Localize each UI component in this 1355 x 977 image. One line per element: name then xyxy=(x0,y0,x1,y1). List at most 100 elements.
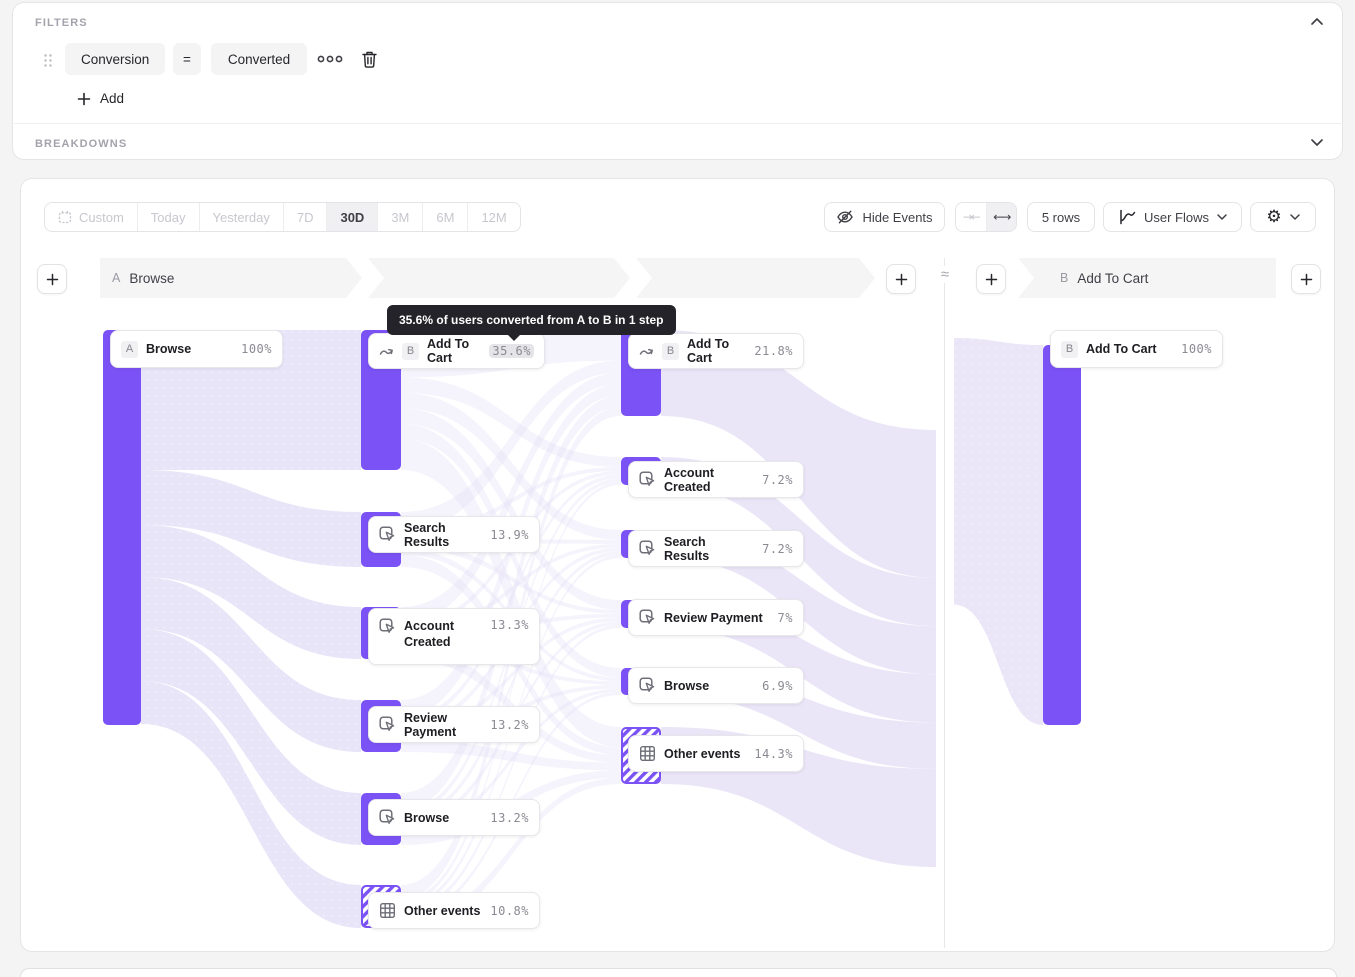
collapse-columns-button[interactable]: →← xyxy=(956,203,987,231)
filters-collapse-button[interactable] xyxy=(1310,17,1324,26)
node-value: 13.3% xyxy=(490,618,529,632)
flow-node-browse[interactable]: Browse 6.9% xyxy=(628,667,804,704)
node-label: Search Results xyxy=(404,521,482,549)
date-range-7d[interactable]: 7D xyxy=(284,203,328,231)
grid-icon xyxy=(639,745,656,762)
node-value: 7.2% xyxy=(762,473,793,487)
event-icon xyxy=(379,716,396,733)
date-range-custom[interactable]: Custom xyxy=(45,203,138,231)
flow-node-account-created[interactable]: Account Created 13.3% xyxy=(368,608,540,665)
node-label: Browse xyxy=(404,811,449,825)
flow-node-search-results[interactable]: Search Results 13.9% xyxy=(368,516,540,553)
node-value: 100% xyxy=(241,342,272,356)
step-label: Browse xyxy=(129,271,174,286)
step-label: Add To Cart xyxy=(1077,271,1148,286)
event-icon xyxy=(639,677,656,694)
chevron-down-icon xyxy=(1310,138,1324,147)
node-label: Add To Cart xyxy=(1086,342,1157,356)
step-badge: A xyxy=(112,271,120,285)
rows-button[interactable]: 5 rows xyxy=(1027,202,1095,232)
view-mode-dropdown[interactable]: User Flows xyxy=(1103,202,1242,232)
node-label: Browse xyxy=(664,679,709,693)
plus-icon xyxy=(1300,273,1313,286)
add-filter-label: Add xyxy=(100,91,124,106)
step-header-b[interactable]: B Add To Cart xyxy=(1018,258,1276,298)
node-value: 13.2% xyxy=(490,718,529,732)
flow-node-browse[interactable]: ABrowse100% xyxy=(110,330,283,368)
event-icon xyxy=(639,540,656,557)
breakdowns-expand-button[interactable] xyxy=(1310,138,1324,147)
filter-more-options-button[interactable] xyxy=(317,54,343,64)
date-range-3m[interactable]: 3M xyxy=(378,203,423,231)
filter-property-chip[interactable]: Conversion xyxy=(65,43,165,75)
filter-delete-button[interactable] xyxy=(361,50,378,69)
node-value: 35.6% xyxy=(489,344,534,358)
add-step-button[interactable] xyxy=(1291,264,1321,294)
trend-arrow-icon xyxy=(639,345,654,357)
node-label: Other events xyxy=(404,904,480,918)
step-header-segment[interactable] xyxy=(636,258,875,298)
node-value: 6.9% xyxy=(762,679,793,693)
expand-columns-button[interactable]: ←→ xyxy=(987,203,1017,231)
filters-section-title: FILTERS xyxy=(35,17,88,29)
node-label: Search Results xyxy=(664,535,754,563)
section-divider xyxy=(14,123,1341,124)
settings-dropdown[interactable]: ⚙ xyxy=(1250,202,1316,232)
node-label: Add To Cart xyxy=(427,337,481,365)
node-value: 21.8% xyxy=(754,344,793,358)
filter-value-chip[interactable]: Converted xyxy=(211,43,307,75)
event-icon xyxy=(379,526,396,543)
step-header-segment[interactable] xyxy=(368,258,630,298)
gear-icon: ⚙ xyxy=(1266,209,1281,226)
flow-node-account-created[interactable]: Account Created7.2% xyxy=(628,461,804,498)
add-step-button[interactable] xyxy=(37,264,67,294)
flow-node-add-to-cart[interactable]: BAdd To Cart21.8% xyxy=(628,333,804,369)
more-options-icon xyxy=(317,54,343,64)
add-step-button[interactable] xyxy=(886,264,916,294)
plus-icon xyxy=(46,273,59,286)
event-icon xyxy=(379,618,396,635)
drag-handle-icon xyxy=(43,53,53,68)
node-value: 13.2% xyxy=(490,811,529,825)
flow-node-add-to-cart[interactable]: BAdd To Cart100% xyxy=(1050,330,1223,368)
eye-off-icon xyxy=(836,208,854,226)
node-label: Review Payment xyxy=(664,611,763,625)
node-value: 7% xyxy=(778,611,793,625)
hide-events-button[interactable]: Hide Events xyxy=(824,202,945,232)
flow-node-review-payment[interactable]: Review Payment 13.2% xyxy=(368,706,540,743)
filter-operator-chip[interactable]: = xyxy=(173,43,201,75)
node-label: Account Created xyxy=(404,618,478,650)
node-badge: B xyxy=(1061,341,1078,358)
node-value: 10.8% xyxy=(490,904,529,918)
node-value: 13.9% xyxy=(490,528,529,542)
width-toggle-group: →← ←→ xyxy=(955,202,1017,232)
add-step-button[interactable] xyxy=(976,264,1006,294)
filter-drag-handle[interactable] xyxy=(43,53,53,68)
flow-node-review-payment[interactable]: Review Payment 7% xyxy=(628,599,804,636)
flow-node-other-events[interactable]: Other events14.3% xyxy=(628,735,804,772)
grid-icon xyxy=(379,902,396,919)
flow-node-other-events[interactable]: Other events 10.8% xyxy=(368,892,540,929)
date-range-12m[interactable]: 12M xyxy=(468,203,519,231)
add-filter-button[interactable]: Add xyxy=(77,91,124,106)
date-range-6m[interactable]: 6M xyxy=(423,203,468,231)
flow-node-browse[interactable]: Browse 13.2% xyxy=(368,799,540,836)
node-label: Review Payment xyxy=(404,711,482,739)
plus-icon xyxy=(895,273,908,286)
node-label: Add To Cart xyxy=(687,337,746,365)
event-icon xyxy=(379,809,396,826)
flow-node-search-results[interactable]: Search Results7.2% xyxy=(628,530,804,567)
date-range-today[interactable]: Today xyxy=(138,203,200,231)
view-mode-label: User Flows xyxy=(1144,210,1209,225)
conversion-tooltip: 35.6% of users converted from A to B in … xyxy=(387,305,676,335)
hide-events-label: Hide Events xyxy=(862,210,932,225)
date-range-30d[interactable]: 30D xyxy=(327,203,378,231)
step-header-a[interactable]: A Browse xyxy=(100,258,362,298)
trash-icon xyxy=(361,50,378,69)
date-range-yesterday[interactable]: Yesterday xyxy=(200,203,284,231)
step-badge: B xyxy=(1060,271,1068,285)
breakdowns-section-title: BREAKDOWNS xyxy=(35,138,127,150)
event-icon xyxy=(639,471,656,488)
chevron-down-icon xyxy=(1217,214,1227,220)
rows-label: 5 rows xyxy=(1042,210,1080,225)
